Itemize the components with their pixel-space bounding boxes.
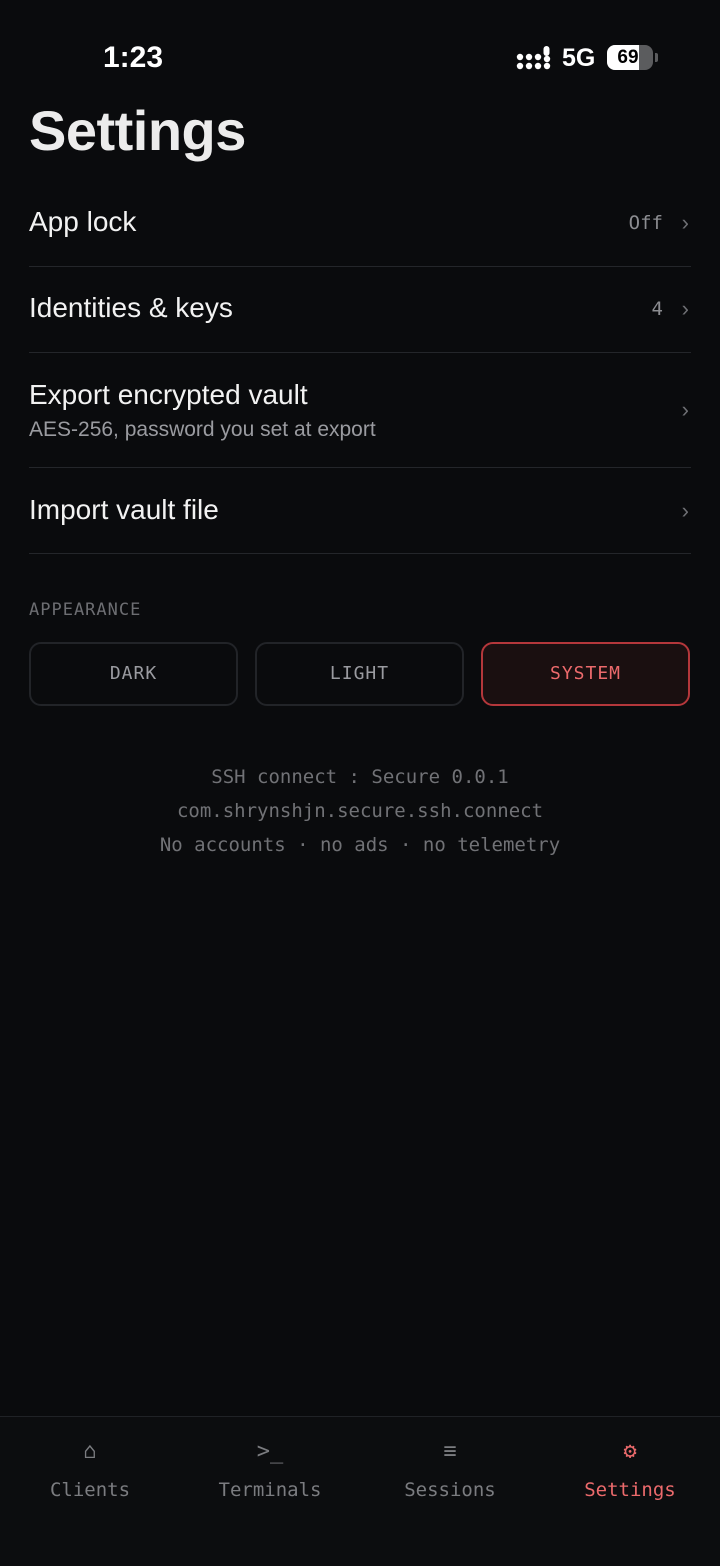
tab-sessions[interactable]: ≡ Sessions: [360, 1417, 540, 1527]
row-title: App lock: [29, 206, 137, 237]
gear-icon: ⚙: [623, 1439, 637, 1464]
row-title: Import vault file: [29, 494, 219, 525]
chevron-right-icon: ›: [681, 397, 689, 422]
network-type: 5G: [562, 44, 596, 72]
appearance-dark-button[interactable]: DARK: [29, 642, 238, 706]
identities-count: 4: [651, 298, 663, 320]
appearance-section-label: APPEARANCE: [29, 600, 142, 620]
list-icon: ≡: [443, 1439, 457, 1464]
appearance-light-button[interactable]: LIGHT: [255, 642, 464, 706]
export-vault-row[interactable]: Export encrypted vault AES-256, password…: [29, 352, 691, 468]
page-title: Settings: [29, 99, 246, 162]
chevron-right-icon: ›: [681, 296, 689, 321]
import-vault-row[interactable]: Import vault file ›: [29, 467, 691, 554]
tab-clients[interactable]: ⌂ Clients: [0, 1417, 180, 1527]
chevron-right-icon: ›: [681, 210, 689, 235]
battery-icon: 69: [607, 45, 653, 70]
tab-bar: ⌂ Clients >_ Terminals ≡ Sessions ⚙ Sett…: [0, 1416, 720, 1566]
app-lock-row[interactable]: App lock Off ›: [29, 180, 691, 267]
appearance-system-button[interactable]: SYSTEM: [481, 642, 690, 706]
tab-label: Terminals: [218, 1479, 322, 1501]
battery-cap: [655, 53, 658, 62]
app-lock-value: Off: [628, 212, 663, 234]
identities-keys-row[interactable]: Identities & keys 4 ›: [29, 266, 691, 353]
home-icon: ⌂: [83, 1439, 97, 1464]
terminal-icon: >_: [256, 1439, 284, 1464]
row-title: Identities & keys: [29, 292, 233, 323]
chevron-right-icon: ›: [681, 498, 689, 523]
row-title: Export encrypted vault: [29, 379, 308, 410]
cellular-signal-icon: [516, 46, 551, 70]
tab-label: Settings: [584, 1479, 676, 1501]
status-time: 1:23: [103, 41, 164, 74]
battery-percent: 69: [617, 47, 639, 68]
bundle-id: com.shrynshjn.secure.ssh.connect: [176, 800, 544, 822]
row-subtitle: AES-256, password you set at export: [29, 418, 376, 441]
tab-settings[interactable]: ⚙ Settings: [540, 1417, 720, 1527]
tab-label: Clients: [49, 1479, 131, 1501]
app-version: SSH connect : Secure 0.0.1: [211, 766, 509, 788]
privacy-note: No accounts · no ads · no telemetry: [159, 834, 561, 856]
tab-terminals[interactable]: >_ Terminals: [180, 1417, 360, 1527]
status-bar: 1:23 5G 69: [0, 0, 720, 100]
tab-label: Sessions: [404, 1479, 496, 1501]
